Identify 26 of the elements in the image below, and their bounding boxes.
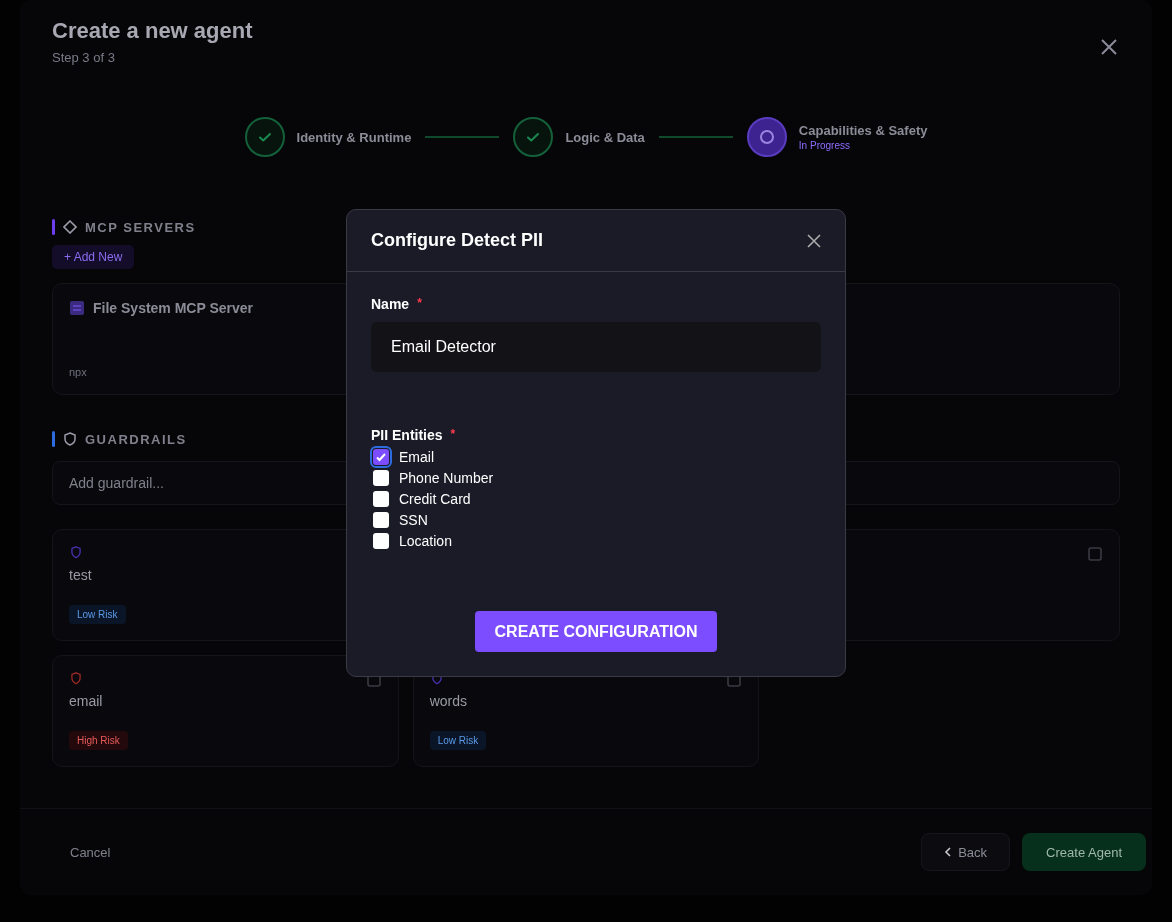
checkbox-label: Location — [399, 533, 452, 549]
checkbox-label: Credit Card — [399, 491, 471, 507]
step-label: Identity & Runtime — [296, 129, 412, 145]
field-label: PII Entities — [371, 427, 443, 443]
guardrail-title: test — [69, 567, 92, 583]
step-label: Logic & Data — [565, 129, 645, 145]
page-title: Create a new agent — [52, 18, 253, 44]
server-name: File System MCP Server — [93, 300, 254, 316]
checkbox-label: Email — [399, 449, 434, 465]
step-label: Capabilities & Safety — [798, 123, 928, 138]
section-heading: GUARDRAILS — [85, 431, 187, 447]
risk-badge: High Risk — [69, 731, 128, 750]
required-mark: * — [450, 427, 456, 443]
field-label: Name — [371, 296, 410, 312]
checkbox-label: Phone Number — [399, 470, 494, 486]
required-mark: * — [417, 296, 422, 312]
guardrail-title: words — [429, 693, 467, 709]
modal-title: Configure Detect PII — [371, 230, 544, 251]
risk-badge: Low Risk — [429, 731, 487, 750]
server-command: npx — [69, 366, 87, 378]
risk-badge: Low Risk — [69, 605, 126, 624]
step-counter: Step 3 of 3 — [52, 50, 116, 65]
guardrail-title: email — [69, 693, 103, 709]
step-status: In Progress — [798, 140, 851, 151]
checkbox-label: SSN — [399, 512, 428, 528]
section-heading: MCP SERVERS — [85, 219, 196, 235]
